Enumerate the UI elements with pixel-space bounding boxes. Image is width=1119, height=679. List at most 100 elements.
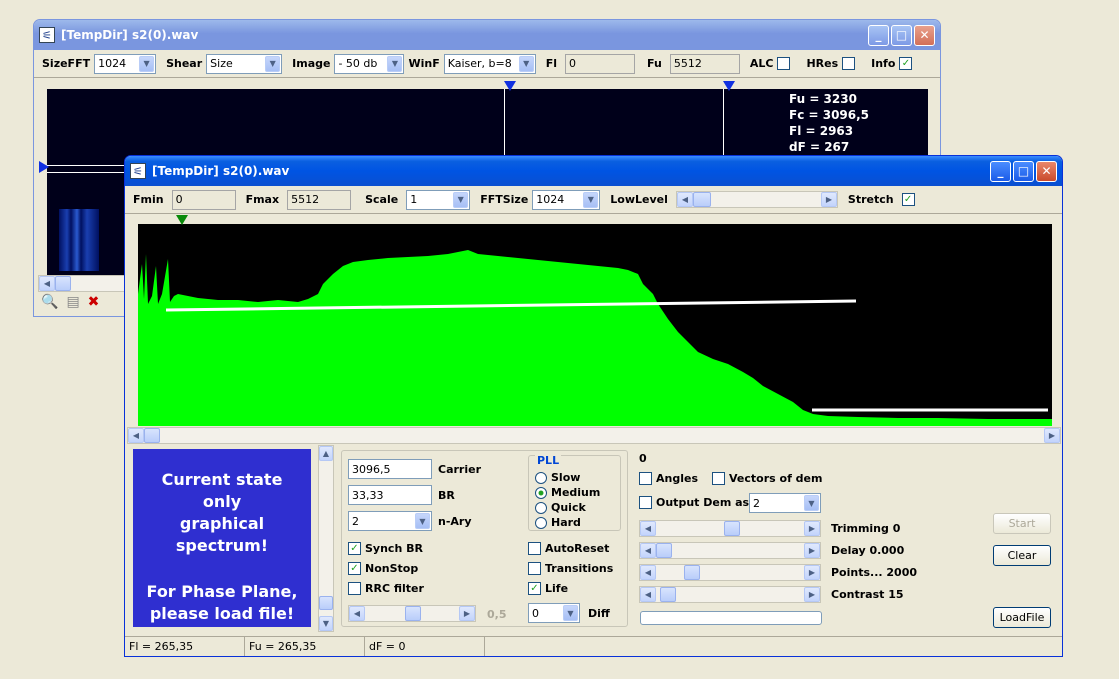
stretch-checkbox[interactable]: ✓ bbox=[901, 193, 915, 206]
start-button[interactable]: Start bbox=[993, 513, 1051, 534]
chevron-down-icon[interactable]: ▼ bbox=[265, 55, 281, 72]
maximize-button[interactable]: □ bbox=[1013, 160, 1034, 182]
rrc-thumb[interactable] bbox=[405, 606, 421, 621]
autoreset-checkbox[interactable] bbox=[528, 542, 541, 555]
spectrum-scroll-thumb[interactable] bbox=[144, 428, 160, 443]
waterfall-signal bbox=[59, 209, 99, 271]
image-select[interactable]: - 50 db ▼ bbox=[334, 53, 405, 74]
scroll-left-icon[interactable]: ◀ bbox=[640, 565, 656, 580]
diff-select[interactable]: 0 ▼ bbox=[528, 603, 580, 623]
loadfile-button[interactable]: LoadFile bbox=[993, 607, 1051, 628]
output-dem-select[interactable]: 2 ▼ bbox=[749, 493, 821, 513]
contrast-thumb[interactable] bbox=[660, 587, 676, 602]
minimize-button[interactable]: _ bbox=[990, 160, 1011, 182]
nary-select[interactable]: 2 ▼ bbox=[348, 511, 432, 531]
message-line-2: only bbox=[202, 492, 242, 511]
angles-checkbox[interactable] bbox=[639, 472, 652, 485]
scroll-right-icon[interactable]: ▶ bbox=[820, 192, 837, 207]
chevron-down-icon[interactable]: ▼ bbox=[804, 495, 819, 511]
hres-checkbox[interactable] bbox=[842, 57, 856, 70]
scroll-right-icon[interactable]: ▶ bbox=[804, 543, 820, 558]
scroll-down-icon[interactable]: ▼ bbox=[319, 616, 333, 631]
pll-option-quick[interactable]: Quick bbox=[535, 500, 600, 515]
scroll-right-icon[interactable]: ▶ bbox=[804, 565, 820, 580]
nonstop-checkbox[interactable]: ✓ bbox=[348, 562, 361, 575]
scroll-thumb[interactable] bbox=[55, 276, 71, 291]
scroll-up-icon[interactable]: ▲ bbox=[319, 446, 333, 461]
info-checkbox[interactable]: ✓ bbox=[899, 57, 913, 70]
clipboard-icon[interactable]: ▤ bbox=[66, 294, 79, 310]
scroll-left-icon[interactable]: ◀ bbox=[39, 276, 55, 291]
scroll-left-icon[interactable]: ◀ bbox=[676, 192, 693, 207]
output-dem-checkbox[interactable] bbox=[639, 496, 652, 509]
back-hscroll[interactable]: ◀ bbox=[38, 275, 128, 292]
scroll-right-icon[interactable]: ▶ bbox=[804, 521, 820, 536]
winf-select[interactable]: Kaiser, b=8 ▼ bbox=[443, 53, 536, 74]
marker-right-icon[interactable] bbox=[723, 81, 735, 91]
marker-left-icon[interactable] bbox=[504, 81, 516, 91]
vscroll[interactable]: ▲ ▼ bbox=[318, 445, 334, 632]
sizefft-select[interactable]: 1024 ▼ bbox=[94, 53, 157, 74]
delay-slider[interactable]: ◀ ▶ bbox=[639, 542, 821, 559]
pll-option-hard[interactable]: Hard bbox=[535, 515, 600, 530]
scroll-right-icon[interactable]: ▶ bbox=[459, 606, 475, 621]
transitions-checkbox[interactable] bbox=[528, 562, 541, 575]
maximize-button[interactable]: □ bbox=[891, 24, 912, 46]
chevron-down-icon[interactable]: ▼ bbox=[453, 191, 469, 208]
fu-field[interactable]: 5512 bbox=[669, 53, 740, 74]
shear-select[interactable]: Size ▼ bbox=[206, 53, 283, 74]
radio-icon[interactable] bbox=[535, 501, 547, 514]
delay-thumb[interactable] bbox=[656, 543, 672, 558]
vscroll-thumb[interactable] bbox=[319, 596, 333, 610]
trimming-slider[interactable]: ◀ ▶ bbox=[639, 520, 821, 537]
scroll-left-icon[interactable]: ◀ bbox=[640, 587, 656, 602]
fftsize-select[interactable]: 1024 ▼ bbox=[532, 189, 601, 210]
scroll-right-icon[interactable]: ▶ bbox=[1044, 428, 1060, 443]
fl-field[interactable]: 0 bbox=[565, 53, 636, 74]
pll-option-slow[interactable]: Slow bbox=[535, 470, 600, 485]
close-button[interactable]: ✕ bbox=[1036, 160, 1057, 182]
close-button[interactable]: ✕ bbox=[914, 24, 935, 46]
trimming-thumb[interactable] bbox=[724, 521, 740, 536]
scroll-left-icon[interactable]: ◀ bbox=[640, 543, 656, 558]
back-window-titlebar[interactable]: ⚟ [TempDir] s2(0).wav _ □ ✕ bbox=[34, 20, 940, 50]
minimize-button[interactable]: _ bbox=[868, 24, 889, 46]
lowlevel-slider[interactable]: ◀ ▶ bbox=[675, 191, 838, 208]
scroll-left-icon[interactable]: ◀ bbox=[640, 521, 656, 536]
clear-button[interactable]: Clear bbox=[993, 545, 1051, 566]
chevron-down-icon[interactable]: ▼ bbox=[415, 513, 430, 529]
points-slider[interactable]: ◀ ▶ bbox=[639, 564, 821, 581]
pll-option-medium[interactable]: Medium bbox=[535, 485, 600, 500]
life-checkbox[interactable]: ✓ bbox=[528, 582, 541, 595]
radio-icon[interactable] bbox=[535, 516, 547, 529]
rrc-checkbox[interactable] bbox=[348, 582, 361, 595]
alc-checkbox[interactable] bbox=[777, 57, 791, 70]
br-field[interactable]: 33,33 bbox=[348, 485, 432, 505]
synch-br-checkbox[interactable]: ✓ bbox=[348, 542, 361, 555]
vectors-checkbox[interactable] bbox=[712, 472, 725, 485]
fmax-field[interactable]: 5512 bbox=[287, 189, 352, 210]
scale-select[interactable]: 1 ▼ bbox=[406, 189, 471, 210]
chevron-down-icon[interactable]: ▼ bbox=[139, 55, 155, 72]
scroll-left-icon[interactable]: ◀ bbox=[349, 606, 365, 621]
chevron-down-icon[interactable]: ▼ bbox=[387, 55, 403, 72]
chevron-down-icon[interactable]: ▼ bbox=[583, 191, 599, 208]
chevron-down-icon[interactable]: ▼ bbox=[563, 605, 578, 621]
points-thumb[interactable] bbox=[684, 565, 700, 580]
carrier-field[interactable]: 3096,5 bbox=[348, 459, 432, 479]
radio-icon[interactable] bbox=[535, 471, 547, 484]
delete-icon[interactable]: ✖ bbox=[88, 294, 100, 310]
scroll-right-icon[interactable]: ▶ bbox=[804, 587, 820, 602]
front-window-titlebar[interactable]: ⚟ [TempDir] s2(0).wav _ □ ✕ bbox=[125, 156, 1062, 186]
scroll-left-icon[interactable]: ◀ bbox=[128, 428, 144, 443]
spectrum-display[interactable] bbox=[138, 215, 1052, 426]
radio-selected-icon[interactable] bbox=[535, 486, 547, 499]
contrast-slider[interactable]: ◀ ▶ bbox=[639, 586, 821, 603]
spectrum-hscroll[interactable]: ◀ ▶ bbox=[127, 427, 1061, 444]
lowlevel-thumb[interactable] bbox=[692, 192, 711, 207]
fmin-field[interactable]: 0 bbox=[171, 189, 236, 210]
zoom-icon[interactable]: 🔍 bbox=[41, 294, 58, 310]
rrc-slider[interactable]: ◀ ▶ bbox=[348, 605, 476, 622]
chevron-down-icon[interactable]: ▼ bbox=[518, 55, 534, 72]
marker-side-icon[interactable] bbox=[39, 161, 49, 173]
